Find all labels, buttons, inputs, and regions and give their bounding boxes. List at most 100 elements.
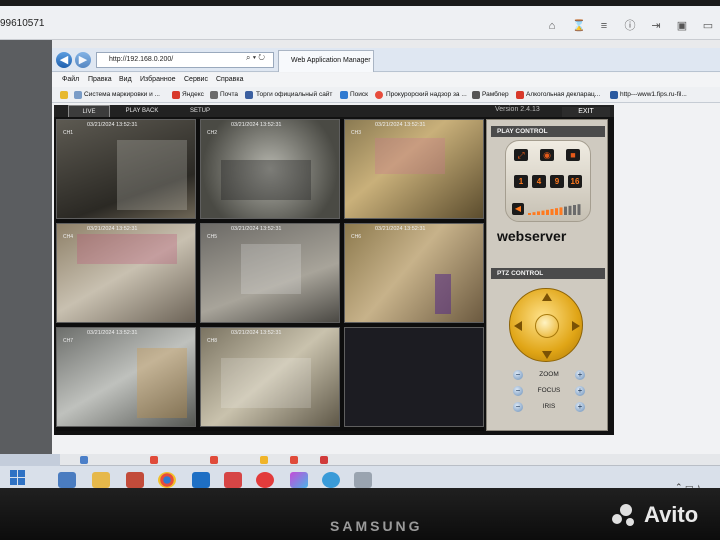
camera-channel-label: CH6 xyxy=(351,234,362,240)
camera-channel-label: CH4 xyxy=(63,234,74,240)
camera-view-4[interactable]: 03/21/2024 13:52:31 CH4 xyxy=(56,223,196,323)
status-icon xyxy=(260,456,268,464)
notification-icon[interactable]: ▣ xyxy=(676,20,688,32)
forward-button[interactable]: ▶ xyxy=(75,52,91,68)
fullscreen-icon[interactable]: ⤢ xyxy=(514,149,528,161)
export-icon[interactable]: ⇥ xyxy=(650,20,662,32)
split-16-button[interactable]: 16 xyxy=(568,175,582,188)
menu-edit[interactable]: Правка xyxy=(88,76,112,83)
camera-view-5[interactable]: 03/21/2024 13:52:31 CH5 xyxy=(200,223,340,323)
split-4-button[interactable]: 4 xyxy=(532,175,546,188)
record-icon[interactable]: ■ xyxy=(566,149,580,161)
app-icon[interactable] xyxy=(322,472,340,488)
camera-timestamp: 03/21/2024 13:52:31 xyxy=(87,226,138,232)
favorite-3[interactable]: Почта xyxy=(220,91,238,98)
app-icon[interactable] xyxy=(354,472,372,488)
favorite-5[interactable]: Поиск xyxy=(350,91,368,98)
version-label: Version 2.4.13 xyxy=(495,106,540,113)
camera-view-7[interactable]: 03/21/2024 13:52:31 CH7 xyxy=(56,327,196,427)
iris-minus-button[interactable]: − xyxy=(513,402,523,412)
exit-button[interactable]: EXIT xyxy=(562,107,610,117)
favorites-star-icon[interactable] xyxy=(60,91,68,99)
favorite-1[interactable]: Система маркировки и ... xyxy=(84,91,160,98)
camera-timestamp: 03/21/2024 13:52:31 xyxy=(375,122,426,128)
ptz-left-icon[interactable] xyxy=(514,321,522,331)
anydesk-icon[interactable] xyxy=(224,472,242,488)
favorite-4[interactable]: Торги официальный сайт xyxy=(256,91,332,98)
volume-bars[interactable] xyxy=(526,203,586,215)
iris-plus-button[interactable]: + xyxy=(575,402,585,412)
tab-title: Web Application Manager xyxy=(291,57,371,64)
snapshot-icon[interactable]: ◉ xyxy=(540,149,554,161)
camera-view-8[interactable]: 03/21/2024 13:52:31 CH8 xyxy=(200,327,340,427)
menu-view[interactable]: Вид xyxy=(119,76,132,83)
file-explorer-icon[interactable] xyxy=(92,472,110,488)
page-icon xyxy=(472,91,480,99)
favorite-2[interactable]: Яндекс xyxy=(182,91,204,98)
menu-file[interactable]: Файл xyxy=(62,76,79,83)
page-icon xyxy=(245,91,253,99)
chrome-icon[interactable] xyxy=(158,472,176,488)
tab-live[interactable]: LIVE xyxy=(68,105,110,117)
app-icon[interactable] xyxy=(290,472,308,488)
control-panel: PLAY CONTROL ⤢ ◉ ■ 1 4 9 16 ◀ webserver … xyxy=(486,119,608,431)
camera-view-2[interactable]: 03/21/2024 13:52:31 CH2 xyxy=(200,119,340,219)
chat-icon[interactable]: ▭ xyxy=(702,20,714,32)
url-controls[interactable]: ⌕ ▾ ↻ xyxy=(246,53,265,63)
internet-explorer-icon[interactable] xyxy=(192,472,210,488)
outer-window-titlebar: 99610571 ⌂ ⌛ ≡ ⓘ ⇥ ▣ ▭ xyxy=(0,6,720,40)
camera-channel-label: CH1 xyxy=(63,130,74,136)
background-window-strip xyxy=(0,40,52,454)
speaker-icon[interactable]: ◀ xyxy=(512,203,524,215)
yandex-browser-icon[interactable] xyxy=(256,472,274,488)
status-icon xyxy=(320,456,328,464)
zoom-in-button[interactable]: + xyxy=(575,370,585,380)
tab-playback[interactable]: PLAY BACK xyxy=(116,105,168,117)
favorite-7[interactable]: Рамблер xyxy=(482,91,509,98)
menu-tools[interactable]: Сервис xyxy=(184,76,208,83)
avito-logo-icon xyxy=(612,504,640,530)
zoom-out-button[interactable]: − xyxy=(513,370,523,380)
camera-view-3[interactable]: 03/21/2024 13:52:31 CH3 xyxy=(344,119,484,219)
home-icon[interactable]: ⌂ xyxy=(546,20,558,32)
url-text: http://192.168.0.200/ xyxy=(109,56,174,63)
favorite-9[interactable]: http---www1.fips.ru-fil... xyxy=(620,91,687,98)
volume-bar xyxy=(568,205,572,215)
windows-start-icon[interactable] xyxy=(10,470,26,486)
camera-channel-label: CH5 xyxy=(207,234,218,240)
app-icon[interactable] xyxy=(126,472,144,488)
outer-window-number: 99610571 xyxy=(0,18,45,29)
focus-minus-button[interactable]: − xyxy=(513,386,523,396)
camera-view-9-empty[interactable] xyxy=(344,327,484,427)
hourglass-icon[interactable]: ⌛ xyxy=(572,20,586,32)
tab-setup[interactable]: SETUP xyxy=(178,105,222,117)
split-9-button[interactable]: 9 xyxy=(550,175,564,188)
menu-favorites[interactable]: Избранное xyxy=(140,76,175,83)
ptz-down-icon[interactable] xyxy=(542,351,552,359)
back-button[interactable]: ◀ xyxy=(56,52,72,68)
menu-help[interactable]: Справка xyxy=(216,76,243,83)
volume-bar xyxy=(532,212,536,215)
monitor-brand: SAMSUNG xyxy=(330,518,423,534)
photo-of-monitor: 99610571 ⌂ ⌛ ≡ ⓘ ⇥ ▣ ▭ ◀ ▶ http://192.16… xyxy=(0,0,720,540)
camera-grid: 03/21/2024 13:52:31 CH1 03/21/2024 13:52… xyxy=(56,119,484,431)
info-icon[interactable]: ⓘ xyxy=(624,20,636,32)
split-1-button[interactable]: 1 xyxy=(514,175,528,188)
ptz-zoom-row: − ZOOM + xyxy=(509,370,589,380)
ptz-direction-pad[interactable] xyxy=(509,288,583,362)
camera-view-1[interactable]: 03/21/2024 13:52:31 CH1 xyxy=(56,119,196,219)
edge-legacy-icon[interactable] xyxy=(58,472,76,488)
focus-plus-button[interactable]: + xyxy=(575,386,585,396)
ptz-control-header: PTZ CONTROL xyxy=(491,268,605,279)
volume-control[interactable]: ◀ xyxy=(512,203,584,215)
database-icon[interactable]: ≡ xyxy=(598,20,610,32)
camera-channel-label: CH8 xyxy=(207,338,218,344)
camera-view-6[interactable]: 03/21/2024 13:52:31 CH6 xyxy=(344,223,484,323)
ptz-center-button[interactable] xyxy=(535,314,559,338)
favorite-6[interactable]: Прокурорский надзор за ... xyxy=(386,91,467,98)
favorite-8[interactable]: Алкогольная декларац... xyxy=(526,91,600,98)
tab-web-application-manager[interactable]: Web Application Manager xyxy=(278,50,374,72)
dvr-web-application: LIVE PLAY BACK SETUP Version 2.4.13 EXIT… xyxy=(54,105,614,435)
ptz-right-icon[interactable] xyxy=(572,321,580,331)
ptz-up-icon[interactable] xyxy=(542,293,552,301)
